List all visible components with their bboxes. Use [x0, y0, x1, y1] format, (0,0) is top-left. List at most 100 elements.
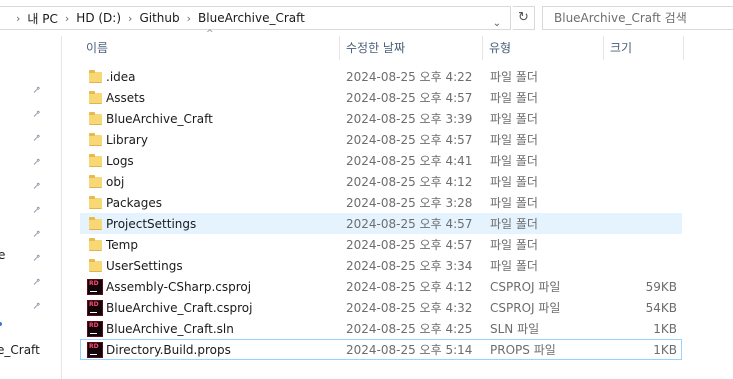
- pin-icon: ⊸: [30, 179, 44, 194]
- sort-ascending-icon: ^: [206, 29, 214, 39]
- breadcrumb-item[interactable]: BlueArchive_Craft: [198, 11, 305, 25]
- file-row[interactable]: Assets 2024-08-25 오후 4:57 파일 폴더: [80, 87, 682, 108]
- nav-item-partial[interactable]: e: [0, 248, 5, 262]
- file-name: BlueArchive_Craft: [106, 112, 213, 126]
- pin-icon: ⊸: [30, 299, 44, 314]
- file-row[interactable]: .idea 2024-08-25 오후 4:22 파일 폴더: [80, 66, 682, 87]
- file-type: 파일 폴더: [490, 175, 538, 189]
- file-size: [610, 214, 677, 235]
- file-row[interactable]: RD BlueArchive_Craft.sln 2024-08-25 오후 4:2…: [80, 318, 682, 339]
- address-bar[interactable]: › 내 PC › HD (D:) › Github › BlueArchive_Craft ⌄: [0, 6, 511, 30]
- file-date: 2024-08-25 오후 3:34: [346, 259, 473, 273]
- file-size: [610, 88, 677, 109]
- file-name: Assets: [106, 91, 146, 105]
- address-toolbar: › 내 PC › HD (D:) › Github › BlueArchive_Craft ⌄…: [0, 0, 733, 36]
- breadcrumb-item[interactable]: Github: [139, 11, 179, 25]
- folder-icon: [87, 237, 103, 253]
- column-header-size[interactable]: 크기: [604, 36, 682, 60]
- column-header-date[interactable]: 수정한 날짜: [340, 36, 480, 60]
- file-name: Logs: [106, 154, 134, 168]
- column-divider[interactable]: [683, 36, 684, 60]
- file-date: 2024-08-25 오후 3:28: [346, 196, 473, 210]
- file-type: CSPROJ 파일: [490, 301, 561, 315]
- file-type: PROPS 파일: [490, 343, 556, 357]
- file-row[interactable]: BlueArchive_Craft 2024-08-25 오후 3:39 파일 폴더: [80, 108, 682, 129]
- file-name: BlueArchive_Craft.sln: [106, 322, 234, 336]
- file-row[interactable]: obj 2024-08-25 오후 4:12 파일 폴더: [80, 171, 682, 192]
- folder-icon: [87, 90, 103, 106]
- file-size: 59KB: [645, 280, 677, 294]
- search-placeholder: BlueArchive_Craft 검색: [554, 11, 687, 25]
- rider-file-icon: RD: [87, 300, 103, 316]
- file-date: 2024-08-25 오후 4:32: [346, 301, 473, 315]
- file-row[interactable]: UserSettings 2024-08-25 오후 3:34 파일 폴더: [80, 255, 682, 276]
- file-name: UserSettings: [106, 259, 183, 273]
- nav-item-bluearchive-craft[interactable]: e_Craft: [0, 343, 40, 357]
- breadcrumb-separator-icon[interactable]: ›: [16, 12, 20, 25]
- breadcrumb: › 내 PC › HD (D:) › Github › BlueArchive_Craft: [9, 7, 305, 29]
- file-size: [610, 130, 677, 151]
- breadcrumb-item[interactable]: 내 PC: [27, 10, 57, 27]
- file-size: [610, 109, 677, 130]
- rider-file-icon: RD: [87, 279, 103, 295]
- file-type: 파일 폴더: [490, 238, 538, 252]
- breadcrumb-separator-icon[interactable]: ›: [187, 12, 191, 25]
- file-row[interactable]: RD Directory.Build.props 2024-08-25 오후 5:1…: [80, 339, 682, 360]
- folder-icon: [87, 195, 103, 211]
- file-size: 1KB: [653, 322, 677, 336]
- file-size: [610, 193, 677, 214]
- breadcrumb-separator-icon[interactable]: ›: [65, 12, 69, 25]
- file-date: 2024-08-25 오후 4:57: [346, 238, 473, 252]
- address-dropdown-icon[interactable]: ⌄: [490, 15, 504, 33]
- file-type: 파일 폴더: [490, 133, 538, 147]
- file-date: 2024-08-25 오후 4:57: [346, 133, 473, 147]
- file-name: BlueArchive_Craft.csproj: [106, 301, 253, 315]
- folder-icon: [87, 111, 103, 127]
- file-date: 2024-08-25 오후 4:57: [346, 91, 473, 105]
- file-row[interactable]: Library 2024-08-25 오후 4:57 파일 폴더: [80, 129, 682, 150]
- pin-icon: ⊸: [30, 107, 44, 122]
- file-row[interactable]: ProjectSettings 2024-08-25 오후 4:57 파일 폴더: [80, 213, 682, 234]
- breadcrumb-separator-icon[interactable]: ›: [128, 12, 132, 25]
- folder-icon: [87, 153, 103, 169]
- file-type: 파일 폴더: [490, 112, 538, 126]
- column-header-row: 이름 ^ 수정한 날짜 유형 크기: [80, 29, 684, 60]
- breadcrumb-item[interactable]: HD (D:): [76, 11, 121, 25]
- search-input[interactable]: BlueArchive_Craft 검색: [542, 6, 733, 30]
- file-date: 2024-08-25 오후 3:39: [346, 112, 473, 126]
- file-row[interactable]: RD BlueArchive_Craft.csproj 2024-08-25 오후 …: [80, 297, 682, 318]
- pin-icon: ⊸: [30, 131, 44, 146]
- pin-icon: ⊸: [30, 155, 44, 170]
- file-type: 파일 폴더: [490, 70, 538, 84]
- nav-item-indicator: [0, 322, 2, 326]
- file-row[interactable]: RD Assembly-CSharp.csproj 2024-08-25 오후 4:…: [80, 276, 682, 297]
- pin-icon: ⊸: [30, 275, 44, 290]
- file-type: 파일 폴더: [490, 217, 538, 231]
- file-date: 2024-08-25 오후 4:41: [346, 154, 473, 168]
- pin-icon: ⊸: [30, 203, 44, 218]
- pin-icon: ⊸: [30, 227, 44, 242]
- file-type: 파일 폴더: [490, 154, 538, 168]
- file-name: Library: [106, 133, 148, 147]
- file-type: 파일 폴더: [490, 91, 538, 105]
- rider-file-icon: RD: [87, 342, 103, 358]
- rider-file-icon: RD: [87, 321, 103, 337]
- file-size: 1KB: [653, 343, 677, 357]
- file-row[interactable]: Temp 2024-08-25 오후 4:57 파일 폴더: [80, 234, 682, 255]
- folder-icon: [87, 132, 103, 148]
- file-date: 2024-08-25 오후 4:12: [346, 280, 473, 294]
- folder-icon: [87, 69, 103, 85]
- file-row[interactable]: Packages 2024-08-25 오후 3:28 파일 폴더: [80, 192, 682, 213]
- column-header-type[interactable]: 유형: [483, 36, 601, 60]
- file-type: 파일 폴더: [490, 196, 538, 210]
- file-size: [610, 256, 677, 277]
- file-date: 2024-08-25 오후 4:12: [346, 175, 473, 189]
- file-row[interactable]: Logs 2024-08-25 오후 4:41 파일 폴더: [80, 150, 682, 171]
- file-type: SLN 파일: [490, 322, 540, 336]
- file-name: .idea: [106, 70, 136, 84]
- refresh-button[interactable]: ↻: [513, 6, 535, 30]
- file-name: Temp: [106, 238, 138, 252]
- file-date: 2024-08-25 오후 5:14: [346, 343, 473, 357]
- file-date: 2024-08-25 오후 4:25: [346, 322, 473, 336]
- column-header-name[interactable]: 이름: [80, 36, 337, 60]
